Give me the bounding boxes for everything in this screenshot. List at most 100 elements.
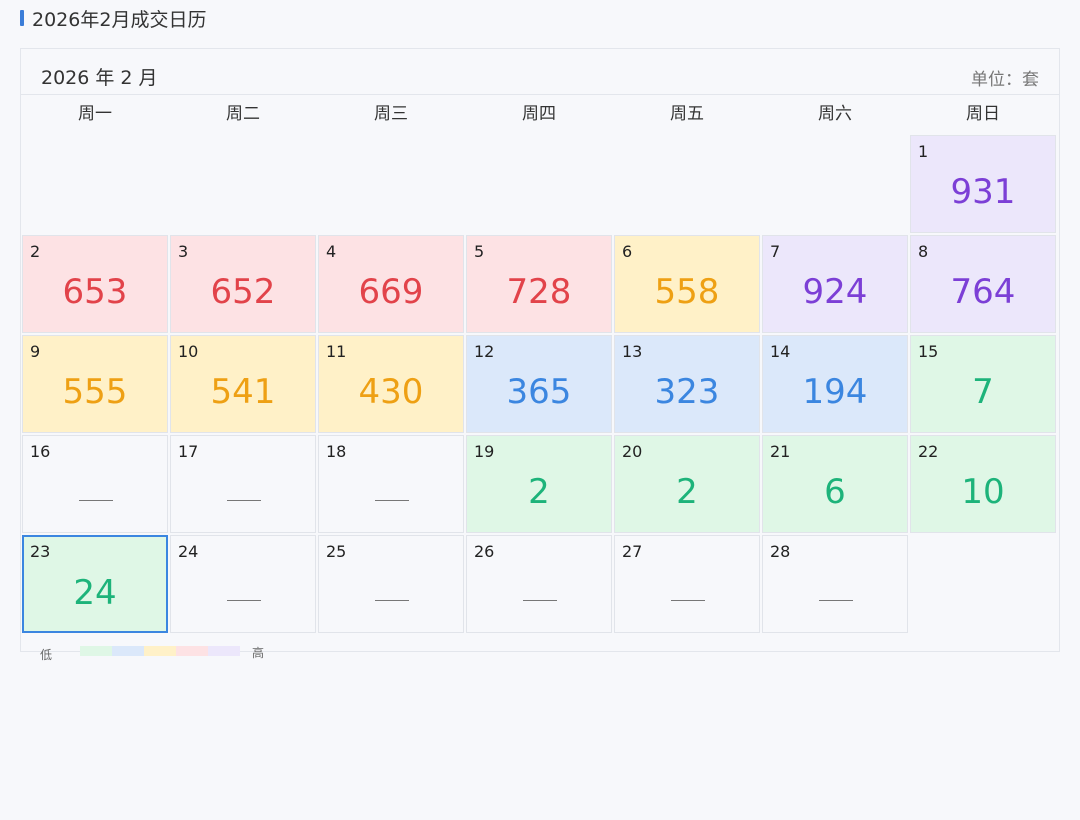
calendar-day-cell[interactable]: 13 323	[614, 335, 760, 433]
page-title-text: 2026年2月成交日历	[32, 8, 207, 31]
calendar-day-cell[interactable]: 20 2	[614, 435, 760, 533]
no-data-dash	[227, 500, 261, 501]
day-deal-count: 194	[802, 372, 868, 412]
legend-color-bar	[80, 646, 240, 656]
calendar-day-cell[interactable]: 26	[466, 535, 612, 633]
calendar-day-cell[interactable]: 4 669	[318, 235, 464, 333]
no-data-dash	[523, 600, 557, 601]
weekday-label: 周四	[522, 104, 556, 124]
day-number: 27	[622, 542, 643, 561]
calendar-day-cell[interactable]: 27	[614, 535, 760, 633]
day-number: 19	[474, 442, 495, 461]
month-label: 2026 年 2 月	[41, 67, 158, 89]
weekday-label: 周日	[966, 104, 1000, 124]
calendar-day-cell[interactable]: 2 653	[22, 235, 168, 333]
day-deal-count: 924	[802, 272, 868, 312]
day-deal-count: 430	[358, 372, 424, 412]
calendar-day-cell[interactable]: 1 931	[910, 135, 1056, 233]
day-number: 9	[30, 342, 41, 361]
page-title: 2026年2月成交日历	[20, 6, 207, 31]
calendar-day-cell[interactable]: 24	[170, 535, 316, 633]
calendar-day-cell[interactable]: 22 10	[910, 435, 1056, 533]
no-data-dash	[375, 500, 409, 501]
calendar-day-cell[interactable]: 25	[318, 535, 464, 633]
day-deal-count: 323	[654, 372, 720, 412]
calendar-day-cell[interactable]: 5 728	[466, 235, 612, 333]
calendar-day-cell[interactable]: 7 924	[762, 235, 908, 333]
calendar-panel: 2026 年 2 月 单位：套 周一 周二 周三 周四 周五 周六 周日 1 931 2 653 3…	[20, 48, 1060, 652]
day-number: 28	[770, 542, 791, 561]
day-deal-count: 2	[676, 472, 698, 512]
legend-high-label: 高	[252, 646, 265, 660]
day-number: 18	[326, 442, 347, 461]
calendar-day-cell[interactable]: 19 2	[466, 435, 612, 533]
no-data-dash	[227, 600, 261, 601]
calendar-day-cell[interactable]: 3 652	[170, 235, 316, 333]
legend-swatch	[208, 646, 240, 656]
color-legend: 低 高	[20, 644, 280, 664]
day-number: 2	[30, 242, 41, 261]
day-deal-count: 365	[506, 372, 572, 412]
day-number: 25	[326, 542, 347, 561]
calendar-header: 2026 年 2 月 单位：套	[21, 49, 1059, 95]
calendar-day-cell[interactable]: 18	[318, 435, 464, 533]
day-number: 16	[30, 442, 51, 461]
day-deal-count: 728	[506, 272, 572, 312]
legend-swatch	[112, 646, 144, 656]
day-deal-count: 764	[950, 272, 1016, 312]
weekday-label: 周五	[670, 104, 704, 124]
weekday-label: 周二	[226, 104, 260, 124]
day-number: 10	[178, 342, 199, 361]
day-deal-count: 7	[972, 372, 994, 412]
calendar-day-cell[interactable]: 11 430	[318, 335, 464, 433]
day-number: 11	[326, 342, 347, 361]
calendar-day-cell[interactable]: 14 194	[762, 335, 908, 433]
unit-label: 单位：套	[971, 70, 1039, 90]
day-deal-count: 10	[961, 472, 1005, 512]
day-number: 21	[770, 442, 791, 461]
calendar-day-cell[interactable]: 23 24	[22, 535, 168, 633]
calendar-day-cell[interactable]: 28	[762, 535, 908, 633]
calendar-day-cell[interactable]: 15 7	[910, 335, 1056, 433]
day-deal-count: 6	[824, 472, 846, 512]
day-number: 13	[622, 342, 643, 361]
calendar-day-cell[interactable]: 17	[170, 435, 316, 533]
no-data-dash	[375, 600, 409, 601]
day-number: 22	[918, 442, 939, 461]
no-data-dash	[819, 600, 853, 601]
day-deal-count: 669	[358, 272, 424, 312]
legend-swatch	[80, 646, 112, 656]
calendar-day-cell[interactable]: 10 541	[170, 335, 316, 433]
day-number: 4	[326, 242, 337, 261]
calendar-day-cell[interactable]: 16	[22, 435, 168, 533]
calendar-day-cell[interactable]: 9 555	[22, 335, 168, 433]
day-number: 26	[474, 542, 495, 561]
legend-swatch	[176, 646, 208, 656]
title-accent-bar	[20, 10, 24, 26]
legend-swatch	[144, 646, 176, 656]
calendar-day-cell[interactable]: 6 558	[614, 235, 760, 333]
no-data-dash	[671, 600, 705, 601]
day-deal-count: 2	[528, 472, 550, 512]
day-number: 20	[622, 442, 643, 461]
weekday-label: 周六	[818, 104, 852, 124]
day-deal-count: 931	[950, 172, 1016, 212]
day-deal-count: 24	[73, 573, 117, 613]
day-number: 12	[474, 342, 495, 361]
calendar-day-cell[interactable]: 8 764	[910, 235, 1056, 333]
day-number: 14	[770, 342, 791, 361]
day-deal-count: 653	[62, 272, 128, 312]
weekday-label: 周三	[374, 104, 408, 124]
day-number: 24	[178, 542, 199, 561]
day-number: 17	[178, 442, 199, 461]
day-number: 1	[918, 142, 929, 161]
day-number: 5	[474, 242, 485, 261]
calendar-day-cell[interactable]: 12 365	[466, 335, 612, 433]
day-deal-count: 558	[654, 272, 720, 312]
calendar-day-cell[interactable]: 21 6	[762, 435, 908, 533]
day-number: 23	[30, 542, 51, 561]
weekday-header: 周一 周二 周三 周四 周五 周六 周日	[21, 95, 1057, 135]
day-deal-count: 555	[62, 372, 128, 412]
weekday-label: 周一	[78, 104, 112, 124]
day-number: 7	[770, 242, 781, 261]
